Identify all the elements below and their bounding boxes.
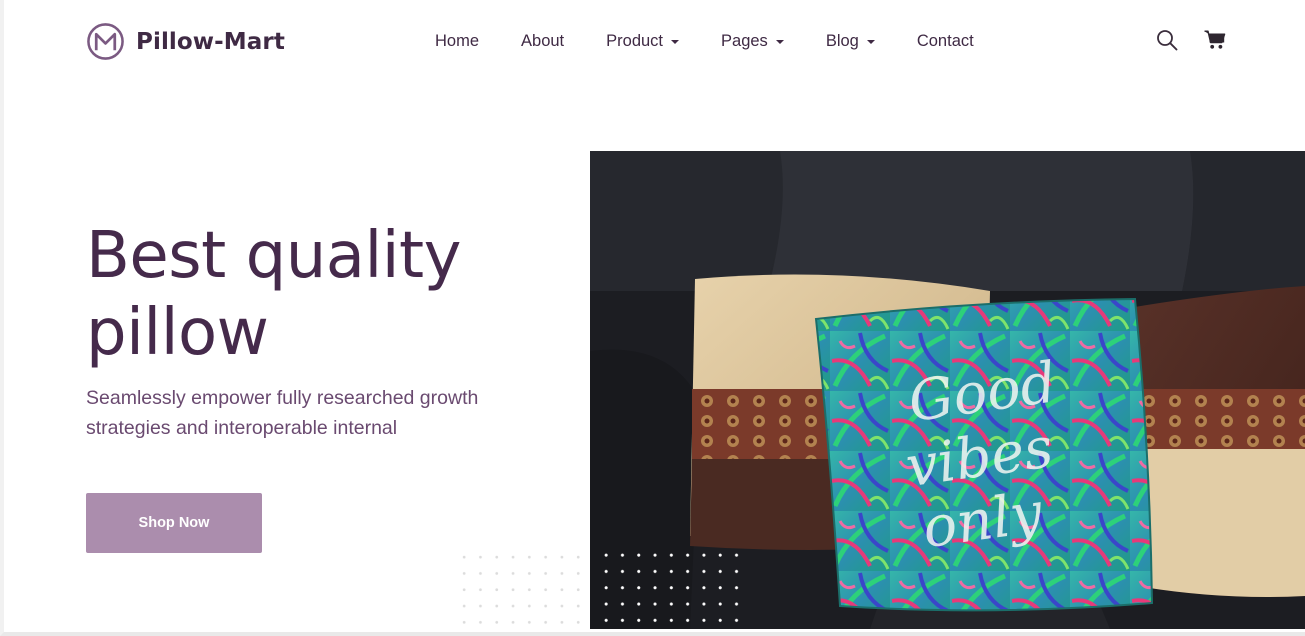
cart-icon[interactable]: [1204, 30, 1226, 50]
nav-item-label: Product: [606, 31, 664, 50]
nav-item-pages[interactable]: Pages: [721, 31, 784, 51]
search-icon[interactable]: [1156, 29, 1178, 51]
brand-name: Pillow-Mart: [136, 28, 285, 55]
nav-item-label: Home: [435, 31, 480, 50]
nav-item-about[interactable]: About: [521, 31, 564, 51]
hero-title-line1: Best quality: [86, 219, 462, 293]
main-nav: Home About Product Pages Blog Contact: [435, 31, 974, 51]
m-circle-logo-icon: [87, 23, 124, 60]
header-actions: [1156, 29, 1226, 51]
hero-subtitle: Seamlessly empower fully researched grow…: [86, 387, 479, 439]
brand[interactable]: Pillow-Mart: [86, 22, 285, 61]
nav-item-blog[interactable]: Blog: [826, 31, 875, 51]
nav-item-label: Contact: [916, 31, 974, 50]
nav-item-label: Blog: [825, 31, 859, 50]
nav-item-label: About: [521, 31, 565, 50]
caret-down-icon: [775, 39, 784, 44]
hero-title: Best quality pillow: [86, 218, 566, 372]
hero-title-line2: pillow: [86, 296, 269, 370]
nav-item-product[interactable]: Product: [606, 31, 680, 51]
dot-pattern-decoration: [598, 547, 740, 627]
site-header: Pillow-Mart Home About Product Pages Blo…: [4, 0, 1305, 82]
caret-down-icon: [671, 39, 680, 44]
page: Pillow-Mart Home About Product Pages Blo…: [0, 0, 1305, 636]
nav-item-contact[interactable]: Contact: [917, 31, 974, 51]
hero-image: Good vibes only: [590, 151, 1305, 629]
nav-item-label: Pages: [721, 31, 768, 50]
nav-item-home[interactable]: Home: [435, 31, 479, 51]
dot-pattern-decoration: [456, 549, 596, 627]
caret-down-icon: [866, 39, 875, 44]
shop-now-button[interactable]: Shop Now: [86, 493, 262, 553]
